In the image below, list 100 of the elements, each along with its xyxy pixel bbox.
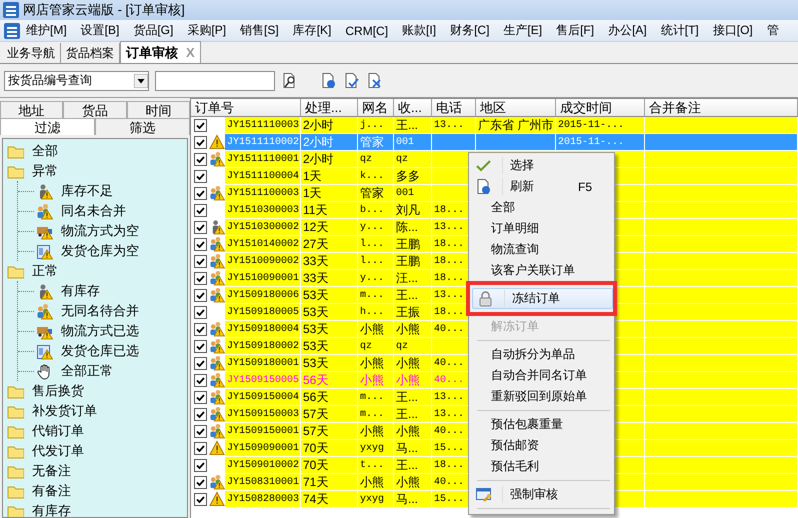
checkbox[interactable] bbox=[194, 288, 206, 302]
menu-item[interactable]: 采购[P] bbox=[181, 22, 234, 39]
checkbox[interactable] bbox=[194, 356, 206, 370]
table-cell: 2015-11-... bbox=[556, 134, 645, 151]
menu-item[interactable]: 刷新 F5 bbox=[471, 176, 612, 197]
checkbox[interactable] bbox=[194, 374, 206, 386]
table-row[interactable]: JY1511110003 2小时 j... 王... 13... 广东省 广州市 2015-11-... bbox=[191, 117, 798, 134]
tree-item[interactable]: 异常 bbox=[32, 162, 58, 180]
menu-item[interactable]: CRM[C] bbox=[339, 24, 396, 38]
filter-tab[interactable]: 筛选 bbox=[95, 118, 190, 135]
app-logo-icon bbox=[3, 2, 19, 18]
column-header[interactable]: 合并备注 bbox=[645, 99, 798, 116]
checkbox[interactable] bbox=[194, 424, 206, 438]
table-cell: JY1510140002 bbox=[225, 236, 301, 253]
tree-item[interactable]: 无同名待合并 bbox=[61, 302, 139, 320]
menu-item[interactable]: 管 bbox=[760, 22, 787, 39]
checkbox[interactable] bbox=[194, 272, 206, 284]
column-header[interactable]: 电话 bbox=[432, 99, 476, 116]
tree-item[interactable]: 物流方式为空 bbox=[61, 222, 139, 240]
filter-tab[interactable]: 时间 bbox=[126, 101, 190, 118]
checkbox[interactable] bbox=[194, 186, 206, 200]
tree-item[interactable]: 无备注 bbox=[32, 462, 71, 480]
tree-item[interactable]: 代销订单 bbox=[32, 422, 84, 440]
menu-item[interactable]: 销售[S] bbox=[234, 22, 287, 39]
menu-item[interactable]: 账款[I] bbox=[396, 22, 444, 39]
query-mode-dropdown[interactable]: 按货品编号查询 bbox=[4, 70, 149, 90]
menu-item[interactable]: 统计[T] bbox=[654, 22, 707, 39]
tree-item[interactable]: 库存不足 bbox=[61, 182, 113, 200]
table-cell: JY1511110003 bbox=[225, 117, 301, 134]
tree-item[interactable]: 全部正常 bbox=[61, 362, 113, 380]
menu-item[interactable]: 选择 bbox=[471, 155, 612, 176]
people-warning-icon bbox=[209, 372, 225, 388]
search-field[interactable] bbox=[155, 70, 275, 90]
menu-item[interactable]: 冻结订单 bbox=[472, 288, 613, 309]
checkbox[interactable] bbox=[194, 476, 206, 488]
checkbox[interactable] bbox=[194, 306, 206, 318]
document-globe-icon[interactable] bbox=[320, 72, 337, 89]
tree-item[interactable]: 发货仓库已选 bbox=[61, 342, 139, 360]
checkbox[interactable] bbox=[194, 152, 206, 166]
document-tab[interactable]: 订单审核 X bbox=[120, 41, 201, 63]
table-cell: JY1510300003 bbox=[225, 202, 301, 219]
tree-item[interactable]: 代发订单 bbox=[32, 442, 84, 460]
column-header[interactable]: 地区 bbox=[476, 99, 556, 116]
menu-item[interactable]: 货品[G] bbox=[127, 22, 182, 39]
menu-item[interactable]: 设置[B] bbox=[74, 22, 128, 39]
checkbox[interactable] bbox=[194, 492, 206, 506]
tree-item[interactable]: 有库存 bbox=[32, 502, 71, 517]
column-header[interactable]: 收... bbox=[394, 99, 432, 116]
checkbox[interactable] bbox=[194, 118, 206, 132]
checkbox[interactable] bbox=[194, 442, 206, 454]
tree-item[interactable]: 同名未合并 bbox=[61, 202, 126, 220]
column-header[interactable]: 订单号 bbox=[191, 99, 301, 116]
checkbox[interactable] bbox=[194, 322, 206, 336]
checkbox[interactable] bbox=[194, 254, 206, 268]
table-cell: 53天 bbox=[301, 355, 358, 372]
filter-tab[interactable]: 过滤 bbox=[0, 118, 95, 135]
tree-item[interactable]: 售后换货 bbox=[32, 382, 84, 400]
filter-tab[interactable]: 货品 bbox=[63, 101, 127, 118]
tree-item[interactable]: 补发货订单 bbox=[32, 402, 97, 420]
table-cell: 王... bbox=[394, 389, 432, 406]
checkbox[interactable] bbox=[194, 408, 206, 420]
checkbox[interactable] bbox=[194, 340, 206, 352]
tree-item[interactable]: 有库存 bbox=[61, 282, 100, 300]
menu-item[interactable]: 售后[F] bbox=[550, 22, 602, 39]
table-cell: 多多 bbox=[394, 168, 432, 185]
table-cell: JY1510090001 bbox=[225, 270, 301, 287]
document-cross-icon[interactable] bbox=[366, 72, 383, 89]
tree-item[interactable]: 发货仓库为空 bbox=[61, 242, 139, 260]
checkbox[interactable] bbox=[194, 238, 206, 250]
tree-item[interactable]: 物流方式已选 bbox=[61, 322, 139, 340]
menu-item[interactable]: 生产[E] bbox=[497, 22, 550, 39]
table-cell: 53天 bbox=[301, 304, 358, 321]
checkbox[interactable] bbox=[194, 136, 206, 148]
checkbox[interactable] bbox=[194, 170, 206, 182]
column-header[interactable]: 处理... bbox=[301, 99, 358, 116]
menu-item[interactable]: 维护[M] bbox=[20, 22, 75, 39]
tree-item[interactable]: 有备注 bbox=[32, 482, 71, 500]
table-cell: l... bbox=[358, 236, 394, 253]
tree-item[interactable]: 正常 bbox=[32, 262, 58, 280]
menu-item[interactable]: 财务[C] bbox=[444, 22, 498, 39]
tree-item[interactable]: 全部 bbox=[32, 142, 58, 160]
column-header[interactable]: 网名 bbox=[358, 99, 394, 116]
table-cell: JY1510090002 bbox=[225, 253, 301, 270]
table-cell: 33天 bbox=[301, 253, 358, 270]
table-cell: JY1509150005 bbox=[225, 372, 301, 389]
menu-item[interactable]: 库存[K] bbox=[286, 22, 340, 39]
column-header[interactable]: 成交时间 bbox=[556, 99, 645, 116]
menu-item[interactable]: 办公[A] bbox=[602, 22, 655, 39]
checkbox[interactable] bbox=[194, 458, 206, 472]
table-cell: 1天 bbox=[301, 168, 358, 185]
table-cell: 1天 bbox=[301, 185, 358, 202]
menu-item[interactable]: 接口[O] bbox=[706, 22, 761, 39]
checkbox[interactable] bbox=[194, 204, 206, 216]
checkbox[interactable] bbox=[194, 220, 206, 234]
document-check-icon[interactable] bbox=[343, 72, 360, 89]
checkbox[interactable] bbox=[194, 390, 206, 404]
table-cell: 汪... bbox=[394, 270, 432, 287]
filter-tab[interactable]: 地址 bbox=[0, 101, 64, 118]
people-warning-icon bbox=[209, 389, 225, 405]
caret-icon[interactable] bbox=[134, 74, 148, 88]
